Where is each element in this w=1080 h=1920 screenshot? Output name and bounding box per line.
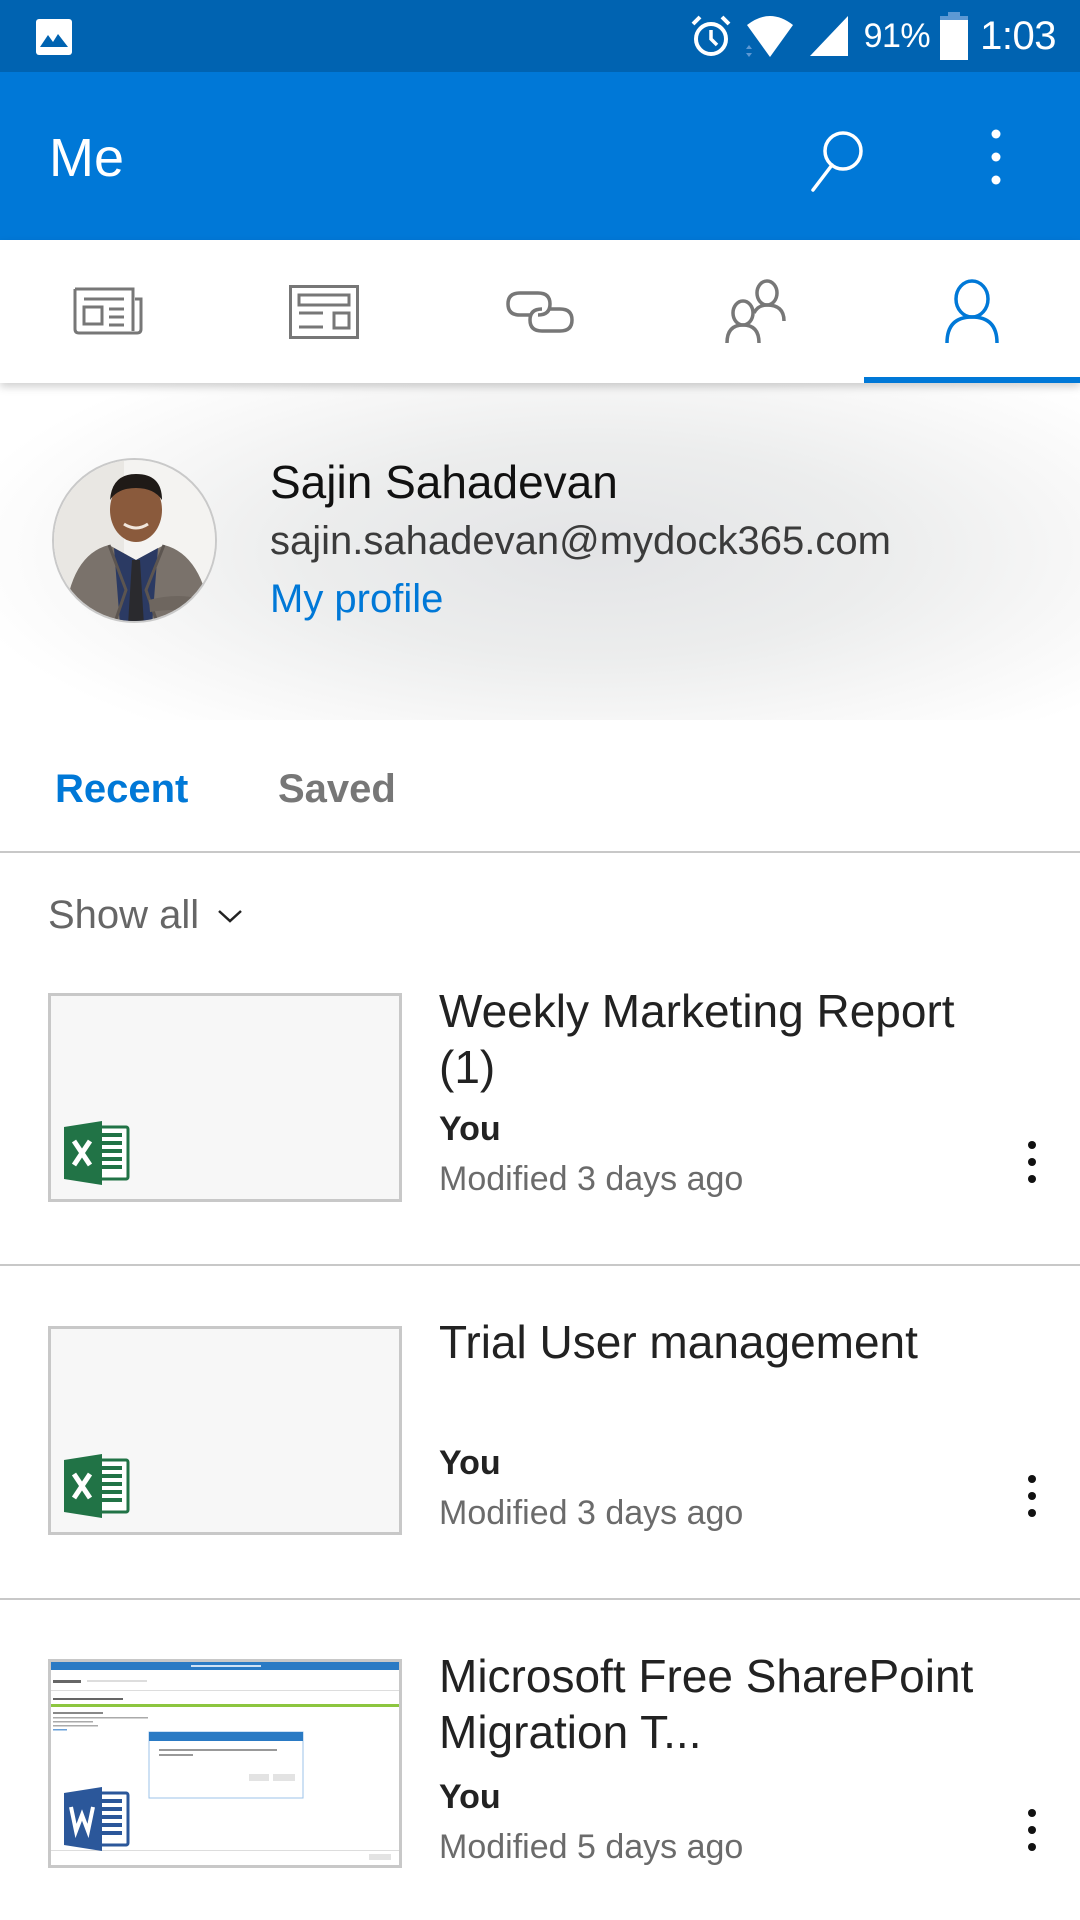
profile-card: Sajin Sahadevan sajin.sahadevan@mydock36… (0, 383, 1080, 720)
cell-signal-icon (809, 16, 848, 56)
file-title-text: Microsoft Free SharePoint Migration T... (439, 1650, 974, 1758)
divider (0, 1264, 1080, 1266)
chevron-down-icon (218, 909, 243, 923)
file-title[interactable]: Microsoft Free SharePoint Migration T... (439, 1648, 999, 1760)
avatar-photo (54, 460, 215, 621)
app-bar: Me (0, 72, 1080, 240)
file-author: You (439, 1778, 501, 1816)
divider (0, 1598, 1080, 1600)
file-author: You (439, 1110, 501, 1148)
more-vertical-icon[interactable] (1012, 1128, 1052, 1198)
word-icon (64, 1787, 130, 1851)
status-bar: 91% 1:03 (0, 0, 1080, 72)
status-icons: 91% 1:03 (690, 0, 1056, 72)
search-icon[interactable] (800, 124, 870, 194)
profile-email: sajin.sahadevan@mydock365.com (270, 519, 891, 563)
tab-people[interactable] (648, 240, 864, 383)
sites-icon (289, 284, 359, 339)
tab-links[interactable] (432, 240, 648, 383)
file-title[interactable]: Trial User management (439, 1314, 999, 1370)
wifi-icon (745, 16, 793, 57)
profile-name: Sajin Sahadevan (270, 456, 618, 508)
tab-me[interactable] (864, 240, 1080, 383)
link-icon (506, 290, 574, 333)
tab-recent[interactable]: Recent (55, 767, 188, 812)
content-tabs: Recent Saved (0, 720, 1080, 853)
alarm-icon (691, 15, 730, 56)
show-all-filter[interactable]: Show all (48, 893, 243, 938)
show-all-label: Show all (48, 893, 200, 937)
more-vertical-icon[interactable] (1012, 1796, 1052, 1866)
battery-percent: 91% (863, 16, 931, 55)
my-profile-link[interactable]: My profile (270, 577, 443, 622)
file-author: You (439, 1444, 501, 1482)
battery-icon (940, 12, 969, 60)
more-vertical-icon[interactable] (1012, 1462, 1052, 1532)
tab-saved[interactable]: Saved (278, 767, 396, 812)
file-thumbnail[interactable] (48, 1659, 402, 1868)
file-modified: Modified 5 days ago (439, 1828, 744, 1866)
more-vertical-icon[interactable] (976, 122, 1016, 192)
newspaper-icon (73, 287, 143, 334)
file-thumbnail[interactable] (48, 1326, 402, 1535)
excel-icon (64, 1454, 130, 1518)
page-title: Me (49, 128, 125, 188)
clock: 1:03 (980, 13, 1056, 58)
tab-sites[interactable] (216, 240, 432, 383)
person-icon (945, 278, 999, 343)
nav-tabs (0, 240, 1080, 383)
file-modified: Modified 3 days ago (439, 1160, 744, 1198)
file-modified: Modified 3 days ago (439, 1494, 744, 1532)
people-icon (725, 278, 786, 343)
file-thumbnail[interactable] (48, 993, 402, 1202)
gallery-icon (36, 19, 72, 55)
file-title[interactable]: Weekly Marketing Report (1) (439, 983, 999, 1095)
excel-icon (64, 1121, 130, 1185)
avatar[interactable] (52, 458, 217, 623)
tab-news[interactable] (0, 240, 216, 383)
